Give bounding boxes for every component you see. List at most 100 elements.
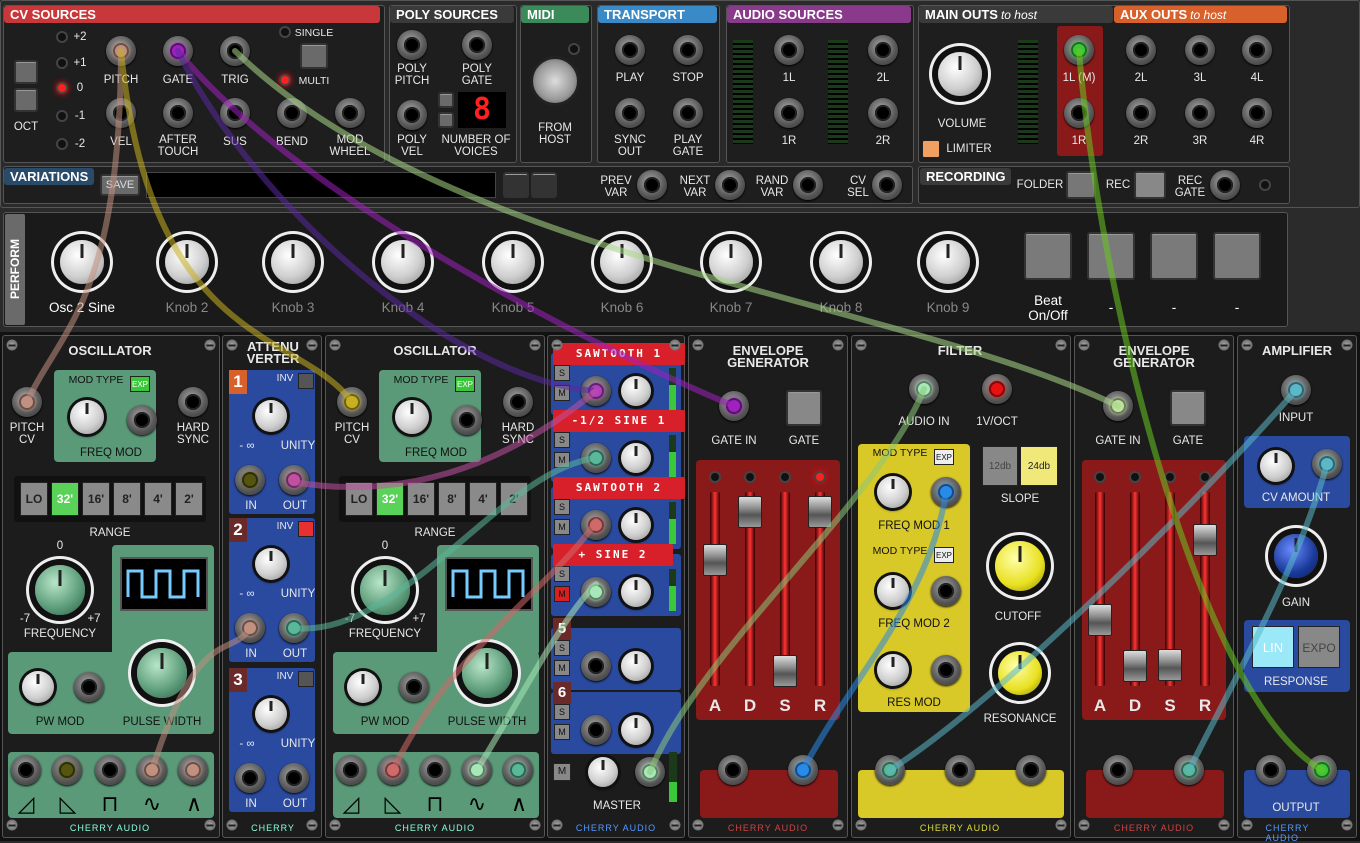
aux-4l-jack[interactable] (1242, 35, 1272, 65)
range-4-button[interactable]: 4' (469, 482, 497, 516)
solo-button[interactable]: S (554, 566, 570, 582)
mixer-ch-5-in-jack[interactable] (581, 651, 611, 681)
perform-knob-5[interactable] (491, 240, 535, 284)
osc1-ramp-out-jack[interactable] (52, 755, 82, 785)
adsr-2-slider[interactable] (1158, 649, 1182, 681)
stop-jack[interactable] (673, 35, 703, 65)
inv-button[interactable] (298, 671, 314, 687)
range-2-button[interactable]: 16' (82, 482, 110, 516)
inv-button[interactable] (298, 521, 314, 537)
mixer-ch-2-level-knob[interactable] (621, 443, 651, 473)
gate-jack[interactable] (163, 36, 193, 66)
volume-knob[interactable] (938, 52, 982, 96)
atten-ch-3-out-jack[interactable] (279, 763, 309, 793)
osc2-ramp-out-jack[interactable] (378, 755, 408, 785)
mixer-ch-1-in-jack[interactable] (581, 376, 611, 406)
sus-jack[interactable] (220, 98, 250, 128)
filter-bp-out-jack[interactable] (945, 755, 975, 785)
poly-vel-jack[interactable] (397, 100, 427, 130)
osc2-saw-out-jack[interactable] (336, 755, 366, 785)
solo-button[interactable]: S (554, 499, 570, 515)
osc1-tri-out-jack[interactable] (178, 755, 208, 785)
perform-knob-6[interactable] (600, 240, 644, 284)
range-1-button[interactable]: 32' (376, 482, 404, 516)
bend-jack[interactable] (277, 98, 307, 128)
filter-hp-out-jack[interactable] (1016, 755, 1046, 785)
gain-knob[interactable] (1274, 534, 1318, 578)
audio-1r-jack[interactable] (774, 98, 804, 128)
save-button[interactable]: SAVE (100, 174, 140, 196)
atten-ch-2-in-jack[interactable] (235, 613, 265, 643)
frequency-knob[interactable] (360, 565, 410, 615)
vel-jack[interactable] (106, 98, 136, 128)
voices-down-button[interactable] (438, 112, 454, 128)
atten-ch-1-out-jack[interactable] (279, 465, 309, 495)
pitch-cv-jack[interactable] (12, 387, 42, 417)
env1-gate-in-jack[interactable] (719, 391, 749, 421)
adsr-3-slider[interactable] (808, 496, 832, 528)
hard-sync-jack[interactable] (503, 387, 533, 417)
freq-mod-2-knob[interactable] (877, 575, 909, 607)
pw-mod-knob[interactable] (22, 671, 54, 703)
res-mod-knob[interactable] (877, 654, 909, 686)
range-3-button[interactable]: 8' (438, 482, 466, 516)
mod-wheel-jack[interactable] (335, 98, 365, 128)
env2-out-jack[interactable] (1103, 755, 1133, 785)
cv-amount-jack[interactable] (1312, 449, 1342, 479)
rand-var-jack[interactable] (793, 170, 823, 200)
range-5-button[interactable]: 2' (175, 482, 203, 516)
perform-button-2[interactable] (1087, 232, 1135, 280)
filter-lp-out-jack[interactable] (875, 755, 905, 785)
mixer-ch-4-in-jack[interactable] (581, 577, 611, 607)
atten-ch-3-knob[interactable] (255, 698, 287, 730)
inv-button[interactable] (298, 373, 314, 389)
solo-button[interactable]: S (554, 640, 570, 656)
trig-jack[interactable] (220, 36, 250, 66)
mixer-ch-6-level-knob[interactable] (621, 715, 651, 745)
rec-gate-jack[interactable] (1210, 170, 1240, 200)
aux-3r-jack[interactable] (1185, 98, 1215, 128)
pulse-width-knob[interactable] (462, 648, 512, 698)
mixer-ch-6-in-jack[interactable] (581, 715, 611, 745)
amp-out-plus-jack[interactable] (1307, 755, 1337, 785)
frequency-knob[interactable] (35, 565, 85, 615)
pitch-cv-jack[interactable] (337, 387, 367, 417)
expo-button[interactable]: EXPO (1298, 626, 1340, 668)
env2-gate-button[interactable] (1170, 390, 1206, 426)
mute-button[interactable]: M (554, 452, 570, 468)
rec-button[interactable] (1134, 171, 1166, 199)
perform-knob-9[interactable] (926, 240, 970, 284)
atten-ch-3-in-jack[interactable] (235, 763, 265, 793)
oct-down-button[interactable] (14, 88, 38, 112)
amp-input-jack[interactable] (1281, 375, 1311, 405)
osc1-saw-out-jack[interactable] (11, 755, 41, 785)
range-3-button[interactable]: 8' (113, 482, 141, 516)
cutoff-knob[interactable] (995, 541, 1045, 591)
poly-pitch-jack[interactable] (397, 30, 427, 60)
range-5-button[interactable]: 2' (500, 482, 528, 516)
env2-inv-out-jack[interactable] (1174, 755, 1204, 785)
osc2-tri-out-jack[interactable] (503, 755, 533, 785)
perform-knob-2[interactable] (165, 240, 209, 284)
voices-up-button[interactable] (438, 92, 454, 108)
cv-sel-jack[interactable] (872, 170, 902, 200)
var-prev-arrow[interactable] (503, 172, 529, 198)
solo-button[interactable]: S (554, 704, 570, 720)
resonance-knob[interactable] (998, 651, 1042, 695)
audio-2l-jack[interactable] (868, 35, 898, 65)
range-0-button[interactable]: LO (345, 482, 373, 516)
lin-button[interactable]: LIN (1252, 626, 1294, 668)
atten-ch-1-knob[interactable] (255, 400, 287, 432)
prev-var-jack[interactable] (637, 170, 667, 200)
freq-mod-2-jack[interactable] (931, 576, 961, 606)
mute-button[interactable]: M (554, 586, 570, 602)
pitch-jack[interactable] (106, 36, 136, 66)
freq-mod-jack[interactable] (452, 405, 482, 435)
res-mod-jack[interactable] (931, 655, 961, 685)
freq-mod-1-knob[interactable] (877, 476, 909, 508)
perform-button-1[interactable] (1024, 232, 1072, 280)
exp-button[interactable]: EXP (455, 376, 475, 392)
freq-mod-1-jack[interactable] (931, 477, 961, 507)
mixer-ch-3-in-jack[interactable] (581, 510, 611, 540)
mute-button[interactable]: M (554, 519, 570, 535)
